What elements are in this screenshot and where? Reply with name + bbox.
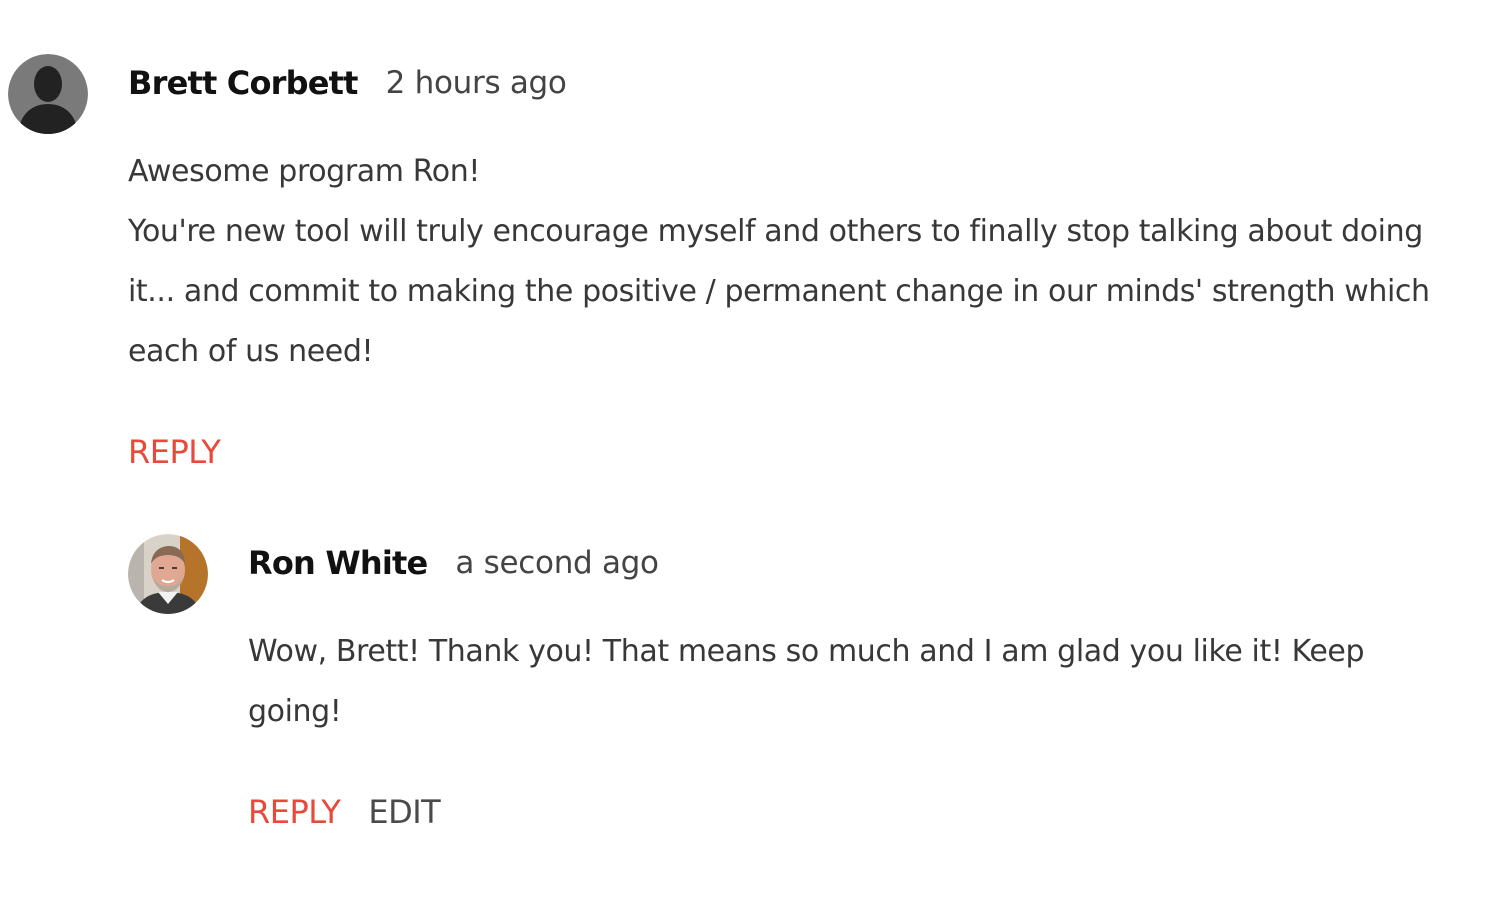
comment-text: Awesome program Ron! You're new tool wil…: [128, 142, 1448, 382]
comment-body: Ron White a second ago Wow, Brett! Thank…: [248, 534, 1448, 842]
comment-author[interactable]: Brett Corbett: [128, 64, 358, 102]
user-photo-icon: [128, 534, 208, 614]
comment: Brett Corbett 2 hours ago Awesome progra…: [8, 54, 1448, 482]
comment-actions: REPLY EDIT: [248, 782, 1448, 842]
reply-button[interactable]: REPLY: [248, 793, 341, 831]
comment-text: Wow, Brett! Thank you! That means so muc…: [248, 622, 1448, 742]
comment-body: Brett Corbett 2 hours ago Awesome progra…: [128, 54, 1448, 482]
edit-button[interactable]: EDIT: [368, 793, 440, 831]
comment-text-line: Awesome program Ron!: [128, 154, 480, 189]
comment-meta: Brett Corbett 2 hours ago: [128, 54, 1448, 112]
user-silhouette-icon: [8, 54, 88, 134]
comment-actions: REPLY: [128, 422, 1448, 482]
comment-timestamp[interactable]: 2 hours ago: [386, 65, 567, 101]
avatar[interactable]: [8, 54, 88, 134]
comment-text-line: Wow, Brett! Thank you! That means so muc…: [248, 634, 1365, 729]
comment-text-line: You're new tool will truly encourage mys…: [128, 214, 1430, 369]
reply-comment: Ron White a second ago Wow, Brett! Thank…: [128, 534, 1448, 842]
reply-button[interactable]: REPLY: [128, 433, 221, 471]
avatar[interactable]: [128, 534, 208, 614]
comment-meta: Ron White a second ago: [248, 534, 1448, 592]
comment-timestamp[interactable]: a second ago: [455, 545, 659, 581]
comment-author[interactable]: Ron White: [248, 544, 428, 582]
